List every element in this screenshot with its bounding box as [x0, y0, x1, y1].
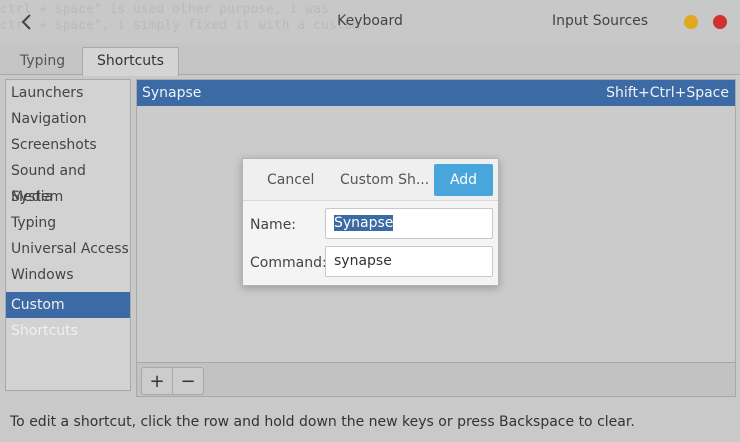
dialog-title: Custom Sh... [340, 172, 428, 188]
remove-shortcut-button[interactable]: − [172, 367, 204, 395]
list-toolbar: + − [137, 362, 735, 396]
sidebar-item-launchers[interactable]: Launchers [6, 80, 130, 106]
dialog-header: Cancel Custom Sh... Add [243, 159, 498, 201]
name-label: Name: [250, 217, 297, 233]
back-button[interactable] [10, 6, 42, 38]
add-shortcut-button[interactable]: + [141, 367, 173, 395]
cancel-button[interactable]: Cancel [267, 172, 314, 188]
name-field-value: Synapse [334, 215, 394, 231]
add-button[interactable]: Add [434, 164, 493, 196]
sidebar-item-custom-shortcuts[interactable]: Custom Shortcuts [6, 292, 130, 339]
command-field-value: synapse [334, 253, 392, 269]
sidebar-item-navigation[interactable]: Navigation [6, 106, 130, 132]
window-title: Keyboard [337, 13, 403, 29]
sidebar-item-screenshots[interactable]: Screenshots [6, 132, 130, 158]
sidebar-item-universal-access[interactable]: Universal Access [6, 236, 130, 262]
titlebar: ctrl + space" is used other purpose, i w… [0, 0, 740, 44]
help-text: To edit a shortcut, click the row and ho… [10, 414, 635, 430]
sidebar-item-sound-and-media[interactable]: Sound and Media [6, 158, 130, 205]
sidebar: Launchers Navigation Screenshots Sound a… [5, 79, 131, 391]
command-field[interactable]: synapse [325, 246, 493, 277]
table-row[interactable]: Synapse Shift+Ctrl+Space [137, 80, 735, 106]
name-field[interactable]: Synapse [325, 208, 493, 239]
close-button[interactable] [713, 15, 727, 29]
shortcut-keys: Shift+Ctrl+Space [606, 85, 729, 101]
minimize-button[interactable] [684, 15, 698, 29]
shortcut-name: Synapse [142, 85, 202, 101]
custom-shortcut-dialog: Cancel Custom Sh... Add Name: Synapse Co… [242, 158, 499, 286]
sidebar-item-system[interactable]: System [6, 184, 130, 210]
tab-bar: Typing Shortcuts [0, 44, 740, 76]
chevron-left-icon [21, 14, 31, 30]
tab-typing[interactable]: Typing [6, 48, 79, 75]
sidebar-item-windows[interactable]: Windows [6, 262, 130, 288]
sidebar-item-typing[interactable]: Typing [6, 210, 130, 236]
command-label: Command: [250, 255, 327, 271]
tab-shortcuts[interactable]: Shortcuts [82, 47, 179, 76]
minus-icon: − [180, 370, 196, 392]
input-sources-button[interactable]: Input Sources [552, 13, 648, 29]
plus-icon: + [149, 370, 165, 392]
